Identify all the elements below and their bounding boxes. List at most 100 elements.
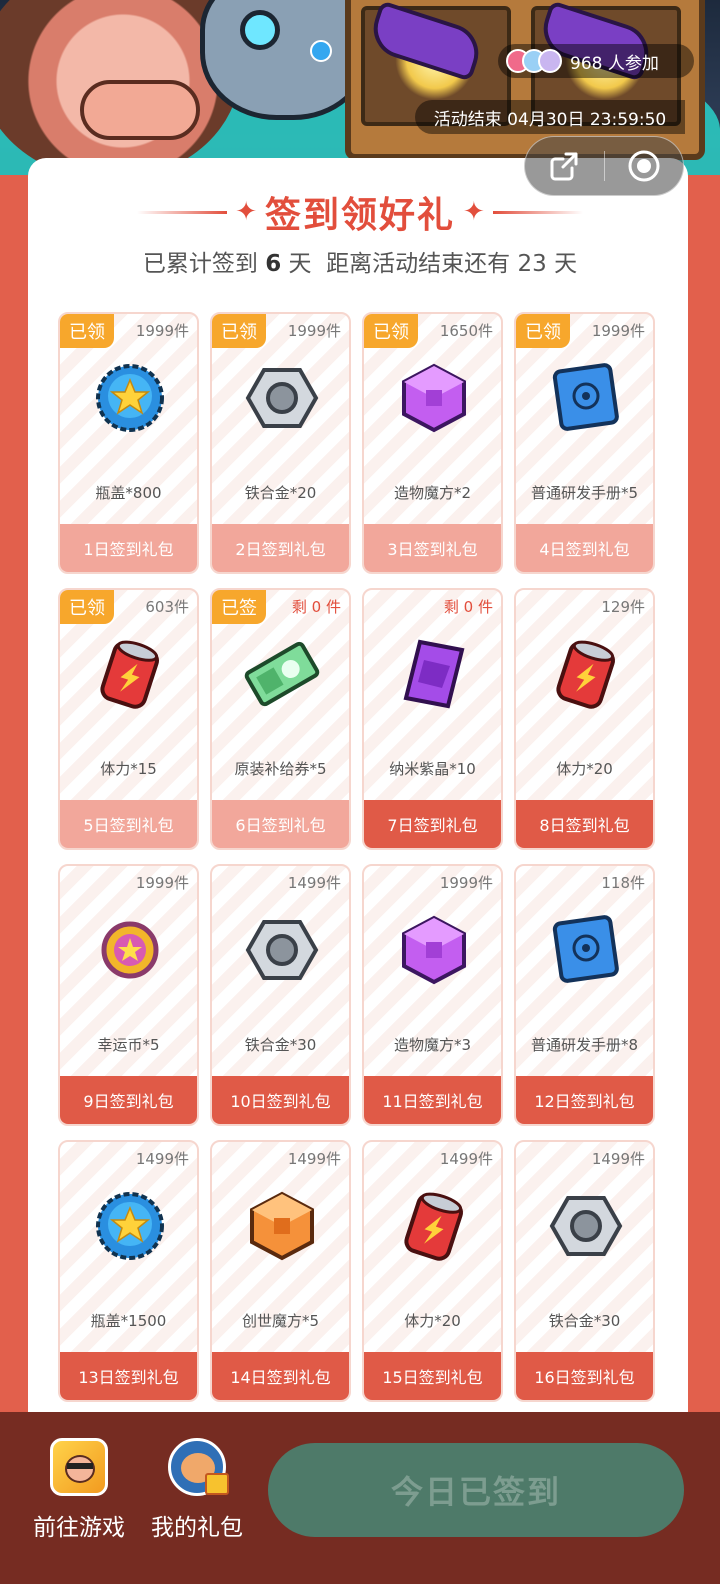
participants-pill: 968 人参加 <box>498 44 694 78</box>
gift-card[interactable]: 118件普通研发手册*8 12日签到礼包 <box>514 864 655 1126</box>
blue-book-icon <box>548 360 624 436</box>
stock-count: 1499件 <box>135 1150 189 1168</box>
sparkle-icon: ✦ <box>463 197 485 227</box>
gift-day-label: 13日签到礼包 <box>60 1352 197 1400</box>
sparkle-icon: ✦ <box>235 197 257 227</box>
claimed-badge: 已领 <box>60 590 114 624</box>
energy-can-icon <box>396 1188 472 1264</box>
gift-card[interactable]: 已领 1999件普通研发手册*5 4日签到礼包 <box>514 312 655 574</box>
stock-count: 1650件 <box>439 322 493 340</box>
remaining-days-count: 23 <box>517 251 547 277</box>
target-icon <box>628 150 660 182</box>
gift-name: 普通研发手册*8 <box>530 1036 639 1054</box>
gift-day-label: 4日签到礼包 <box>516 524 653 572</box>
gift-card[interactable]: 已领 1999件 瓶盖*800 1日签到礼包 <box>58 312 199 574</box>
gift-day-label: 1日签到礼包 <box>60 524 197 572</box>
blue-book-icon <box>548 912 624 988</box>
claimed-badge: 已领 <box>516 314 570 348</box>
gift-day-label: 10日签到礼包 <box>212 1076 349 1124</box>
claimed-badge: 已领 <box>212 314 266 348</box>
gift-day-label: 7日签到礼包 <box>364 800 501 848</box>
gift-name: 普通研发手册*5 <box>530 484 639 502</box>
gift-card[interactable]: 1999件 造物魔方*3 11日签到礼包 <box>362 864 503 1126</box>
energy-can-icon <box>548 636 624 712</box>
gift-day-label: 8日签到礼包 <box>516 800 653 848</box>
gift-name: 铁合金*20 <box>244 484 317 502</box>
gift-card[interactable]: 已领 1999件铁合金*20 2日签到礼包 <box>210 312 351 574</box>
hex-nut-icon <box>548 1188 624 1264</box>
gift-name: 体力*20 <box>404 1312 461 1330</box>
participant-avatars <box>506 49 562 73</box>
gift-card[interactable]: 1499件创世魔方*5 14日签到礼包 <box>210 1140 351 1402</box>
gift-card[interactable]: 剩 0 件纳米紫晶*10 7日签到礼包 <box>362 588 503 850</box>
gift-card[interactable]: 1499件体力*20 15日签到礼包 <box>362 1140 503 1402</box>
gift-card[interactable]: 已领 1650件造物魔方*2 3日签到礼包 <box>362 312 503 574</box>
claimed-badge: 已签 <box>212 590 266 624</box>
stock-count: 1999件 <box>287 322 341 340</box>
stock-count: 603件 <box>145 598 189 616</box>
bottle-cap-icon <box>92 1188 168 1264</box>
gift-day-label: 6日签到礼包 <box>212 800 349 848</box>
gift-day-label: 5日签到礼包 <box>60 800 197 848</box>
purple-cube-icon <box>396 912 472 988</box>
gift-day-label: 16日签到礼包 <box>516 1352 653 1400</box>
gift-name: 造物魔方*3 <box>393 1036 472 1054</box>
signin-summary: 已累计签到 6 天 距离活动结束还有 23 天 <box>142 251 578 277</box>
gift-name: 纳米紫晶*10 <box>389 760 476 778</box>
gift-grid: 已领 1999件 瓶盖*800 1日签到礼包 已领 1999件 铁合金*20 2日签到礼包 已领… <box>58 312 658 1402</box>
share-icon <box>550 152 578 181</box>
gift-card[interactable]: 已领 603件体力*15 5日签到礼包 <box>58 588 199 850</box>
stock-count: 剩 0 件 <box>443 598 493 616</box>
stock-count: 1999件 <box>591 322 645 340</box>
page-title: 签到领好礼 <box>264 195 455 236</box>
gift-name: 铁合金*30 <box>548 1312 621 1330</box>
purple-cube-icon <box>396 360 472 436</box>
signed-today-button[interactable]: 今日已签到 <box>268 1443 684 1537</box>
go-to-game-button[interactable]: 前往游戏 <box>24 1438 134 1542</box>
gift-card[interactable]: 1499件铁合金*30 16日签到礼包 <box>514 1140 655 1402</box>
participants-count: 968 人参加 <box>570 53 659 74</box>
purple-crystal-icon <box>396 636 472 712</box>
gift-day-label: 2日签到礼包 <box>212 524 349 572</box>
gift-name: 原装补给券*5 <box>234 760 327 778</box>
claimed-badge: 已领 <box>364 314 418 348</box>
gift-card[interactable]: 129件体力*20 8日签到礼包 <box>514 588 655 850</box>
hex-nut-icon <box>244 360 320 436</box>
gift-card[interactable]: 1499件铁合金*30 10日签到礼包 <box>210 864 351 1126</box>
chat-bubble-icon <box>310 40 332 62</box>
card-title: ✦ 签到领好礼 ✦ <box>0 186 720 238</box>
stock-count: 129件 <box>601 598 645 616</box>
gift-card[interactable]: 已签 剩 0 件原装补给券*5 6日签到礼包 <box>210 588 351 850</box>
gift-name: 瓶盖*800 <box>95 484 162 502</box>
bottle-cap-icon <box>92 360 168 436</box>
hex-nut-icon <box>244 912 320 988</box>
gift-card[interactable]: 1999件 幸运币*5 9日签到礼包 <box>58 864 199 1126</box>
gift-day-label: 9日签到礼包 <box>60 1076 197 1124</box>
avatar <box>538 49 562 73</box>
orange-cube-icon <box>244 1188 320 1264</box>
gift-name: 体力*15 <box>100 760 157 778</box>
gift-card[interactable]: 1499件 瓶盖*1500 13日签到礼包 <box>58 1140 199 1402</box>
gift-day-label: 14日签到礼包 <box>212 1352 349 1400</box>
stock-count: 1499件 <box>287 874 341 892</box>
bottom-bar: 前往游戏 我的礼包 今日已签到 <box>0 1412 720 1584</box>
signed-days-count: 6 <box>265 251 282 277</box>
stock-count: 1499件 <box>439 1150 493 1168</box>
my-gifts-button[interactable]: 我的礼包 <box>142 1438 252 1542</box>
gift-name: 造物魔方*2 <box>393 484 472 502</box>
gift-name: 创世魔方*5 <box>241 1312 320 1330</box>
stock-count: 1499件 <box>287 1150 341 1168</box>
stock-count: 118件 <box>601 874 645 892</box>
gift-day-label: 12日签到礼包 <box>516 1076 653 1124</box>
gift-name: 体力*20 <box>556 760 613 778</box>
stock-count: 1999件 <box>439 874 493 892</box>
gift-day-label: 15日签到礼包 <box>364 1352 501 1400</box>
game-icon <box>50 1438 108 1496</box>
event-deadline: 活动结束 04月30日 23:59:50 <box>415 100 685 134</box>
ticket-icon <box>244 636 320 712</box>
gift-name: 铁合金*30 <box>244 1036 317 1054</box>
energy-can-icon <box>92 636 168 712</box>
gift-day-label: 3日签到礼包 <box>364 524 501 572</box>
stock-count: 1999件 <box>135 874 189 892</box>
stock-count: 1499件 <box>591 1150 645 1168</box>
